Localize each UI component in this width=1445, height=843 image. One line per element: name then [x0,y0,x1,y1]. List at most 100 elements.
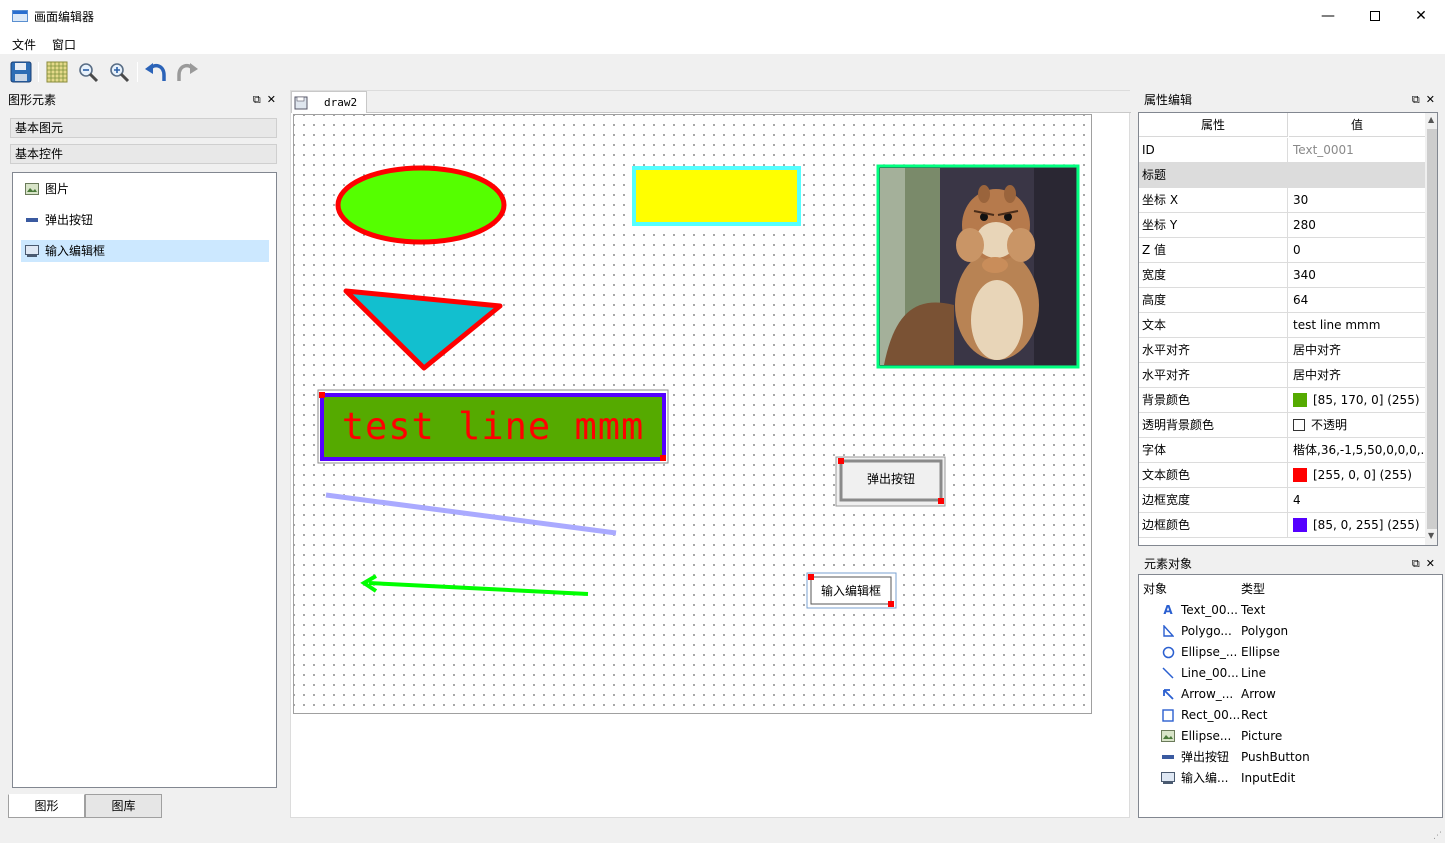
property-row[interactable]: 标题 [1139,163,1425,188]
widget-item-input-edit[interactable]: 输入编辑框 [21,240,269,262]
property-value[interactable]: 30 [1289,188,1425,212]
property-row[interactable]: 坐标 X 30 [1139,188,1425,213]
object-row[interactable]: 弹出按钮 PushButton [1139,747,1439,768]
zoom-out-icon [79,63,99,83]
line-icon [1161,666,1175,680]
grid-button[interactable] [44,59,70,85]
rect-shape[interactable] [632,166,801,226]
push-button-widget-label: 弹出按钮 [866,472,915,486]
property-value[interactable]: 64 [1289,288,1425,312]
scrollbar-thumb[interactable] [1427,129,1437,529]
property-row[interactable]: 透明背景颜色 不透明 [1139,413,1425,438]
column-header-type: 类型 [1241,582,1266,596]
property-row[interactable]: 边框宽度 4 [1139,488,1425,513]
property-value[interactable]: [255, 0, 0] (255) [1289,463,1425,487]
arrow-shape[interactable] [360,574,589,596]
object-row[interactable]: Ellipse_... Ellipse [1139,642,1439,663]
menu-window[interactable]: 窗口 [52,36,76,53]
menu-file[interactable]: 文件 [12,36,36,53]
resize-grip-icon[interactable]: ⋰ [1433,831,1442,841]
property-value[interactable]: test line mmm [1289,313,1425,337]
category-basic-controls[interactable]: 基本控件 [10,144,277,164]
object-row[interactable]: Rect_00... Rect [1139,705,1439,726]
property-value[interactable]: 340 [1289,263,1425,287]
dock-title: 属性编辑 [1144,93,1193,107]
object-row[interactable]: Line_00... Line [1139,663,1439,684]
tab-library[interactable]: 图库 [85,794,162,818]
property-value[interactable]: [85, 0, 255] (255) [1289,513,1425,537]
property-row[interactable]: 文本 test line mmm [1139,313,1425,338]
close-button[interactable]: ✕ [1398,0,1444,32]
arrow-icon [1161,687,1175,701]
object-name: Rect_00... [1181,708,1241,722]
object-row[interactable]: 输入编... InputEdit [1139,768,1439,789]
checkbox[interactable] [1293,419,1305,431]
property-value[interactable]: [85, 170, 0] (255) [1289,388,1425,412]
property-key: 文本 [1139,313,1288,337]
property-value-text: 4 [1293,493,1301,507]
save-icon [10,61,32,83]
object-row[interactable]: Arrow_... Arrow [1139,684,1439,705]
property-row[interactable]: Z 值 0 [1139,238,1425,263]
zoom-in-button[interactable] [106,59,132,85]
redo-button[interactable] [174,59,200,85]
object-row[interactable]: Ellipse... Picture [1139,726,1439,747]
property-value[interactable]: 居中对齐 [1289,363,1425,387]
object-tree: 对象 类型 A Text_00... Text Polygo... Polygon Ell… [1138,574,1443,818]
dock-float-close[interactable]: ⧉✕ [1412,90,1441,110]
polygon-shape[interactable] [343,288,503,371]
maximize-button[interactable] [1352,0,1398,32]
ellipse-shape[interactable] [335,165,507,245]
property-value-text: [85, 170, 0] (255) [1313,393,1420,407]
property-row[interactable]: 水平对齐 居中对齐 [1139,363,1425,388]
toolbar-separator [38,62,39,82]
property-value[interactable]: 不透明 [1289,413,1425,437]
property-key: 高度 [1139,288,1288,312]
maximize-icon [1370,11,1380,21]
minimize-button[interactable]: — [1305,0,1351,32]
property-value[interactable]: 楷体,36,-1,5,50,0,0,0,... [1289,438,1425,462]
property-key: 水平对齐 [1139,363,1288,387]
property-value[interactable]: 4 [1289,488,1425,512]
minimize-icon: — [1321,8,1335,24]
property-value-text: test line mmm [1293,318,1381,332]
property-row[interactable]: 字体 楷体,36,-1,5,50,0,0,0,... [1139,438,1425,463]
widget-item-push-button[interactable]: 弹出按钮 [21,209,269,231]
dock-float-close[interactable]: ⧉✕ [253,90,282,110]
undo-button[interactable] [143,59,169,85]
property-key: 透明背景颜色 [1139,413,1288,437]
property-row[interactable]: 高度 64 [1139,288,1425,313]
property-scrollbar[interactable]: ▲ ▼ [1425,113,1437,545]
picture-shape[interactable] [876,164,1080,369]
object-type: PushButton [1241,750,1310,764]
line-shape[interactable] [325,492,617,536]
save-icon [294,96,308,110]
property-value[interactable]: 280 [1289,213,1425,237]
property-value[interactable]: 0 [1289,238,1425,262]
tab-shapes[interactable]: 图形 [8,794,85,818]
property-row[interactable]: 边框颜色 [85, 0, 255] (255) [1139,513,1425,538]
property-value[interactable]: 居中对齐 [1289,338,1425,362]
tab-draw2[interactable]: draw2 [291,91,367,113]
property-value[interactable]: Text_0001 [1289,138,1425,162]
toolbar-separator [137,62,138,82]
property-row[interactable]: 坐标 Y 280 [1139,213,1425,238]
dock-float-close[interactable]: ⧉✕ [1412,554,1441,574]
object-row[interactable]: A Text_00... Text [1139,600,1439,621]
object-row[interactable]: Polygo... Polygon [1139,621,1439,642]
property-row[interactable]: ID Text_0001 [1139,138,1425,163]
widget-item-picture[interactable]: 图片 [21,178,269,200]
property-row[interactable]: 背景颜色 [85, 170, 0] (255) [1139,388,1425,413]
save-button[interactable] [8,59,34,85]
property-row[interactable]: 宽度 340 [1139,263,1425,288]
drawing-canvas[interactable]: test line mmm 弹出按钮 输入编辑框 [293,114,1092,714]
category-basic-shapes[interactable]: 基本图元 [10,118,277,138]
input-edit-widget-label: 输入编辑框 [820,584,881,598]
property-row[interactable]: 水平对齐 居中对齐 [1139,338,1425,363]
zoom-out-button[interactable] [75,59,101,85]
properties-dock: 属性编辑 ⧉✕ 属性 值 ID Text_0001 标题 坐标 X 30 坐标 Y 280 Z… [1136,90,1445,818]
color-swatch [1293,518,1307,532]
object-type: Text [1241,603,1266,617]
property-row[interactable]: 文本颜色 [255, 0, 0] (255) [1139,463,1425,488]
close-icon: ✕ [1415,8,1427,24]
